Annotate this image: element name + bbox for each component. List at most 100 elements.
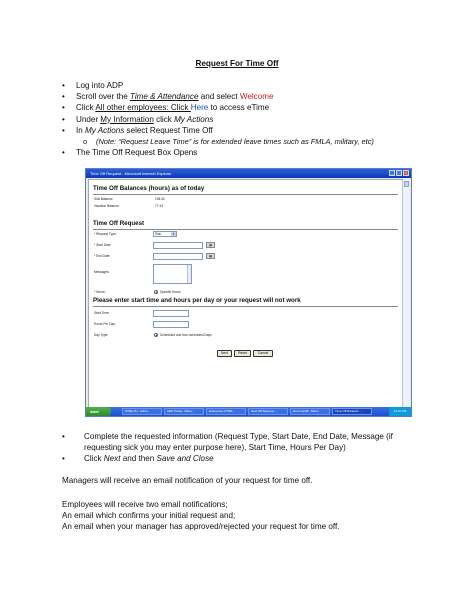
bullet-icon: • xyxy=(62,114,65,124)
step-text: to access eTime xyxy=(208,103,270,113)
next-button[interactable]: Next xyxy=(217,350,232,357)
messages-label: Messages: xyxy=(94,270,110,274)
end-date-label: * End Date: xyxy=(94,254,111,258)
step-text: select Request Time Off xyxy=(124,125,213,135)
step-emphasis: Save and Close xyxy=(156,454,214,464)
messages-textarea[interactable] xyxy=(153,264,192,284)
start-date-label: * Start Date: xyxy=(94,243,112,247)
bullet-icon: • xyxy=(62,454,65,464)
form-area: Time Off Balances (hours) as of today Si… xyxy=(88,179,403,409)
bullet-icon: • xyxy=(62,148,65,158)
chevron-down-icon: ▾ xyxy=(171,232,176,236)
maximize-icon[interactable]: □ xyxy=(396,170,402,176)
taskbar-item[interactable]: Document8 - Micro... xyxy=(290,408,330,415)
clock: 12:10 PM xyxy=(389,407,411,416)
hours-per-day-label: Hours Per Day: xyxy=(94,322,116,326)
bullet-icon: • xyxy=(62,103,65,113)
instruction-list: • Log into ADP • Scroll over the Time & At… xyxy=(62,80,452,158)
paragraph: An email which confirms your initial req… xyxy=(62,511,236,520)
specific-hours-label: Specific Hours xyxy=(160,290,181,294)
list-item: • Click Next and then Save and Close xyxy=(62,453,432,464)
bullet-icon: • xyxy=(62,92,65,102)
paragraph: Managers will receive an email notificat… xyxy=(62,476,313,485)
start-button[interactable]: start xyxy=(86,407,111,416)
taskbar-item[interactable]: New Off Request ... xyxy=(248,408,288,415)
sick-balance-label: Sick Balance: xyxy=(94,197,114,201)
divider xyxy=(93,306,398,307)
start-time-input[interactable] xyxy=(153,310,189,317)
step-emphasis: My Actions xyxy=(174,114,214,124)
window-title: Time Off Request - Microsoft Internet Ex… xyxy=(90,171,172,176)
circle-bullet-icon: o xyxy=(83,137,88,147)
request-heading: Time Off Request xyxy=(93,220,145,227)
step-text: Complete the requested information (Requ… xyxy=(84,432,393,453)
list-item: • Scroll over the Time & Attendance and s… xyxy=(62,91,452,102)
embedded-screenshot: Time Off Request - Microsoft Internet Ex… xyxy=(85,168,412,417)
request-type-select[interactable]: Sick ▾ xyxy=(153,231,177,237)
step-underlined: All other employees: Click xyxy=(95,103,191,113)
step-text: In xyxy=(76,125,85,135)
bullet-icon: • xyxy=(62,125,65,135)
specific-hours-radio[interactable] xyxy=(154,290,158,294)
paragraph: Employees will receive two email notific… xyxy=(62,500,228,509)
calendar-icon[interactable]: ▦ xyxy=(206,253,215,259)
bullet-icon: • xyxy=(62,81,65,90)
list-item: • In My Actions select Request Time Off xyxy=(62,125,452,136)
end-date-input[interactable] xyxy=(153,253,203,260)
divider xyxy=(93,194,398,195)
day-type-radio[interactable] xyxy=(154,333,158,337)
taskbar: start WSIE PH - Micro... ADP Portal - Mi… xyxy=(86,407,411,416)
step-emphasis: Next xyxy=(103,454,121,464)
step-text: Log into ADP xyxy=(76,81,124,90)
cancel-button[interactable]: Cancel xyxy=(253,350,273,357)
hours-label: * Hours: xyxy=(94,290,106,294)
taskbar-item[interactable]: Enterprise eTIME... xyxy=(206,408,246,415)
taskbar-item[interactable]: Time Off Request ... xyxy=(332,408,372,415)
sub-list-item: o (Note: “Request Leave Time” is for exte… xyxy=(62,136,452,147)
step-text: click xyxy=(153,114,175,124)
start-time-label: Start Time: xyxy=(94,311,110,315)
calendar-icon[interactable]: ▦ xyxy=(206,242,215,248)
step-text: Click xyxy=(76,103,96,113)
close-icon[interactable]: × xyxy=(403,170,409,176)
request-type-label: * Request Type: xyxy=(94,232,117,236)
taskbar-item[interactable]: ADP Portal - Micro... xyxy=(164,408,204,415)
enter-hours-heading: Please enter start time and hours per da… xyxy=(93,297,301,304)
divider xyxy=(93,229,398,230)
step-emphasis: Time & Attendance xyxy=(129,92,199,102)
window-title-bar: Time Off Request - Microsoft Internet Ex… xyxy=(86,169,411,178)
vacation-balance-value: 77.43 xyxy=(155,204,163,208)
scrollbar[interactable] xyxy=(187,265,191,283)
vacation-balance-label: Vacation Balance: xyxy=(94,204,120,208)
minimize-icon[interactable]: _ xyxy=(389,170,395,176)
step-text: The Time Off Request Box Opens xyxy=(76,148,198,158)
step-underlined: My Information xyxy=(100,114,154,124)
step-emphasis: My Actions xyxy=(85,125,125,135)
welcome-highlight: Welcome xyxy=(239,92,274,102)
here-link[interactable]: Here xyxy=(191,103,209,112)
step-text: Under xyxy=(76,114,101,124)
step-text: Click xyxy=(84,454,104,464)
day-type-option-label: Scheduled and Non-scheduled Days xyxy=(160,333,212,337)
reset-button[interactable]: Reset xyxy=(234,350,251,357)
list-item: • Log into ADP xyxy=(62,80,452,91)
hours-per-day-input[interactable] xyxy=(153,321,189,328)
step-text: Scroll over the xyxy=(76,92,130,102)
list-item: • The Time Off Request Box Opens xyxy=(62,147,452,158)
completion-list: • Complete the requested information (Req… xyxy=(62,431,432,465)
step-text: and select xyxy=(198,92,240,102)
day-type-label: Day Type: xyxy=(94,333,109,337)
list-item: • Complete the requested information (Req… xyxy=(62,431,432,453)
list-item: • Click All other employees: Click Here t… xyxy=(62,102,452,113)
sick-balance-value: 108.52 xyxy=(155,197,165,201)
request-type-value: Sick xyxy=(155,232,162,236)
page-title: Request For Time Off xyxy=(195,59,279,68)
scroll-up-icon[interactable] xyxy=(404,181,409,187)
start-date-input[interactable] xyxy=(153,242,203,249)
balances-heading: Time Off Balances (hours) as of today xyxy=(93,185,205,192)
bullet-icon: • xyxy=(62,432,65,441)
scrollbar[interactable] xyxy=(402,179,410,409)
step-text: and then xyxy=(120,454,157,464)
taskbar-item[interactable]: WSIE PH - Micro... xyxy=(122,408,162,415)
list-item: • Under My Information click My Actions xyxy=(62,114,452,125)
